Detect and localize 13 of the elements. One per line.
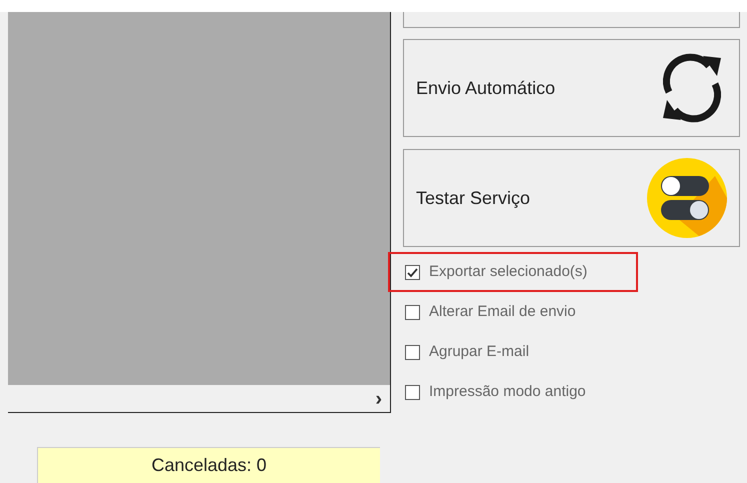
status-label: Canceladas: 0 [37,447,380,483]
checkbox-label: Impressão modo antigo [429,382,586,402]
action-button[interactable]: Testar Serviço [403,149,740,247]
checkbox-label: Alterar Email de envio [429,302,576,322]
action-button[interactable]: Envio Automático [403,39,740,137]
checkbox-label: Exportar selecionado(s) [429,262,588,282]
checkbox-label: Agrupar E-mail [429,342,530,362]
checkbox[interactable] [405,384,420,400]
toggle-switches-icon [647,158,727,238]
checkbox[interactable] [405,344,420,360]
checkbox[interactable] [405,264,420,280]
scroll-right-arrow[interactable]: › [375,388,382,408]
checkbox[interactable] [405,304,420,320]
